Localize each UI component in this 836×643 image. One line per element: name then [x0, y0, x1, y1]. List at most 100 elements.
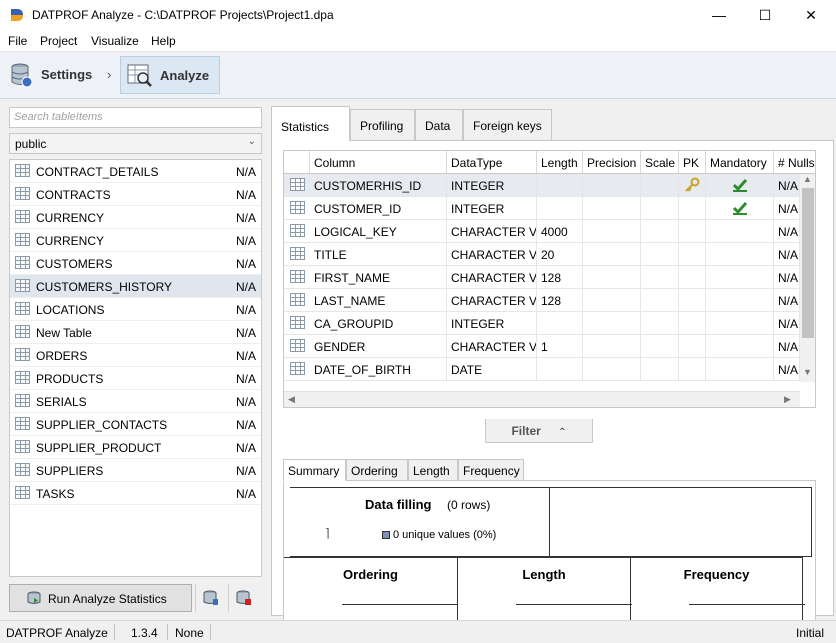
table-item[interactable]: SUPPLIER_PRODUCT N/A — [10, 436, 261, 459]
cell-nulls: N/A — [774, 174, 800, 197]
cell-precision — [583, 312, 641, 335]
vertical-scrollbar[interactable]: ▲ ▼ — [800, 174, 815, 382]
cell-length — [537, 312, 583, 335]
cell-pk — [679, 289, 706, 312]
minimize-button[interactable]: — — [696, 0, 742, 31]
header-scale[interactable]: Scale — [641, 151, 679, 174]
analyze-magnifier-icon — [127, 64, 152, 87]
table-item[interactable]: CURRENCY N/A — [10, 229, 261, 252]
analyze-button[interactable]: Analyze — [120, 56, 220, 94]
key-icon — [685, 177, 700, 192]
table-item[interactable]: CURRENCY N/A — [10, 206, 261, 229]
table-name: CURRENCY — [36, 234, 105, 248]
run-analyze-label: Run Analyze Statistics — [48, 592, 167, 606]
table-item[interactable]: CONTRACTS N/A — [10, 183, 261, 206]
table-status: N/A — [236, 234, 257, 248]
header-mandatory[interactable]: Mandatory — [706, 151, 774, 174]
header-column[interactable]: Column — [310, 151, 447, 174]
cell-pk — [679, 335, 706, 358]
table-name: PRODUCTS — [36, 372, 104, 386]
table-icon — [15, 463, 30, 476]
tab-statistics[interactable]: Statistics — [271, 106, 350, 141]
grid-row[interactable]: CUSTOMER_ID INTEGER N/A — [284, 197, 815, 220]
header-pk[interactable]: PK — [679, 151, 706, 174]
subtab-length[interactable]: Length — [408, 459, 458, 481]
grid-row[interactable]: LAST_NAME CHARACTER VARYING 128 N/A — [284, 289, 815, 312]
grid-header-icon — [284, 151, 310, 174]
settings-label: Settings — [41, 67, 93, 82]
cell-mandatory — [706, 289, 774, 312]
grid-row[interactable]: FIRST_NAME CHARACTER VARYING 128 N/A — [284, 266, 815, 289]
cell-precision — [583, 197, 641, 220]
header-nulls[interactable]: # Nulls — [774, 151, 815, 174]
tab-profiling[interactable]: Profiling — [350, 109, 415, 140]
grid-row[interactable]: CUSTOMERHIS_ID INTEGER N/A — [284, 174, 815, 197]
header-length[interactable]: Length — [537, 151, 583, 174]
maximize-button[interactable]: ☐ — [742, 0, 788, 31]
database-delete-icon — [236, 590, 251, 605]
database-icon — [203, 590, 218, 605]
cell-nulls: N/A — [774, 220, 800, 243]
subtab-ordering[interactable]: Ordering — [346, 459, 408, 481]
cell-scale — [641, 335, 679, 358]
table-status: N/A — [236, 188, 257, 202]
cell-precision — [583, 243, 641, 266]
scroll-right-icon: ▶ — [784, 394, 791, 404]
grid-row[interactable]: TITLE CHARACTER VARYING 20 N/A — [284, 243, 815, 266]
filter-toggle-button[interactable]: Filter ⌃ — [485, 419, 593, 443]
grid-row[interactable]: LOGICAL_KEY CHARACTER VARYING 4000 N/A — [284, 220, 815, 243]
table-item[interactable]: CUSTOMERS N/A — [10, 252, 261, 275]
menu-project[interactable]: Project — [40, 34, 77, 48]
run-analyze-statistics-button[interactable]: Run Analyze Statistics — [9, 584, 192, 612]
table-item[interactable]: New Table N/A — [10, 321, 261, 344]
column-icon — [290, 201, 305, 214]
cell-column: CA_GROUPID — [310, 312, 447, 335]
table-item[interactable]: SERIALS N/A — [10, 390, 261, 413]
cell-length: 128 — [537, 266, 583, 289]
horizontal-scrollbar[interactable]: ◀ ▶ — [284, 391, 800, 407]
tab-data[interactable]: Data — [415, 109, 463, 140]
subtab-frequency[interactable]: Frequency — [458, 459, 524, 481]
table-item[interactable]: SUPPLIER_CONTACTS N/A — [10, 413, 261, 436]
scrollbar-thumb[interactable] — [802, 188, 814, 338]
cell-length: 4000 — [537, 220, 583, 243]
table-item[interactable]: ORDERS N/A — [10, 344, 261, 367]
table-item[interactable]: SUPPLIERS N/A — [10, 459, 261, 482]
table-status: N/A — [236, 349, 257, 363]
table-icon — [15, 187, 30, 200]
cell-pk — [679, 197, 706, 220]
header-datatype[interactable]: DataType — [447, 151, 537, 174]
subtab-summary[interactable]: Summary — [283, 459, 346, 481]
table-item[interactable]: CONTRACT_DETAILS N/A — [10, 160, 261, 183]
settings-button[interactable]: Settings — [8, 56, 112, 94]
table-item[interactable]: TASKS N/A — [10, 482, 261, 505]
cell-scale — [641, 174, 679, 197]
table-item[interactable]: PRODUCTS N/A — [10, 367, 261, 390]
cell-scale — [641, 220, 679, 243]
chevron-up-icon: ⌃ — [558, 427, 567, 438]
unique-values-legend: 0 unique values (0%) — [382, 529, 496, 541]
table-icon — [15, 256, 30, 269]
status-state: Initial — [796, 626, 825, 640]
menu-visualize[interactable]: Visualize — [91, 34, 139, 48]
table-name: CURRENCY — [36, 211, 105, 225]
grid-row[interactable]: CA_GROUPID INTEGER N/A — [284, 312, 815, 335]
tab-foreign-keys[interactable]: Foreign keys — [463, 109, 552, 140]
database-info-button[interactable] — [195, 584, 225, 612]
table-item-selected[interactable]: CUSTOMERS_HISTORY N/A — [10, 275, 261, 298]
schema-select[interactable]: public ⌄ — [9, 133, 262, 154]
window-title: DATPROF Analyze - C:\DATPROF Projects\Pr… — [32, 8, 334, 22]
database-clear-button[interactable] — [228, 584, 258, 612]
header-precision[interactable]: Precision — [583, 151, 641, 174]
table-item[interactable]: LOCATIONS N/A — [10, 298, 261, 321]
search-input[interactable]: Search tableItems — [9, 107, 262, 128]
menu-file[interactable]: File — [8, 34, 27, 48]
frequency-title: Frequency — [683, 567, 750, 582]
grid-row[interactable]: GENDER CHARACTER VARYING 1 N/A — [284, 335, 815, 358]
table-icon — [15, 486, 30, 499]
grid-row[interactable]: DATE_OF_BIRTH DATE N/A — [284, 358, 815, 381]
close-button[interactable]: ✕ — [788, 0, 834, 31]
menu-help[interactable]: Help — [151, 34, 176, 48]
cell-nulls: N/A — [774, 197, 800, 220]
table-name: New Table — [36, 326, 92, 340]
